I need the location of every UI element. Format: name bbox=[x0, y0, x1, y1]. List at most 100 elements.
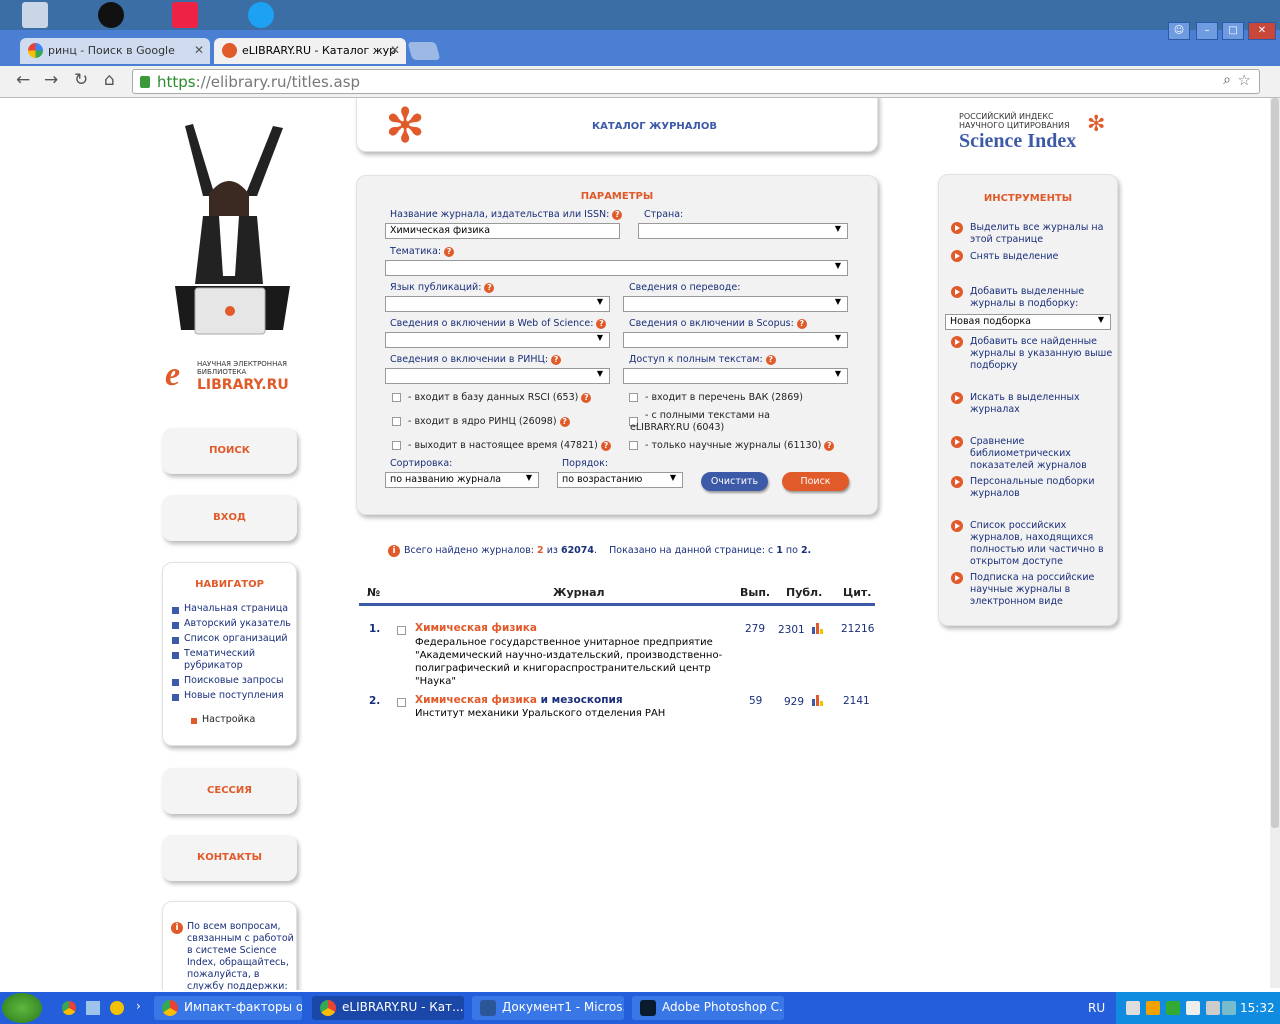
back-icon[interactable]: ← bbox=[16, 70, 30, 90]
rinc-select[interactable]: ▼ bbox=[385, 368, 610, 384]
language-indicator[interactable]: RU bbox=[1088, 1001, 1105, 1015]
add-selected-link[interactable]: Добавить выделенные журналы в подборку: bbox=[970, 286, 1084, 310]
nav-home-link[interactable]: Начальная страница bbox=[184, 603, 288, 614]
scientific-checkbox[interactable] bbox=[629, 441, 638, 450]
nav-new-link[interactable]: Новые поступления bbox=[184, 690, 284, 701]
cites-link[interactable]: 2141 bbox=[843, 695, 870, 707]
sort-select[interactable]: по названию журнала ▼ bbox=[385, 472, 539, 488]
current-checkbox[interactable] bbox=[392, 441, 401, 450]
subscribe-link[interactable]: Подписка на российские научные журналы вэ… bbox=[970, 572, 1094, 608]
contacts-button[interactable]: КОНТАКТЫ bbox=[162, 835, 297, 881]
close-icon[interactable]: ✕ bbox=[194, 43, 204, 57]
help-icon[interactable]: ? bbox=[596, 319, 607, 329]
nav-settings-link[interactable]: Настройка bbox=[202, 714, 255, 725]
site-logo[interactable]: НАУЧНАЯ ЭЛЕКТРОННАЯ БИБЛИОТЕКА e LIBRARY… bbox=[165, 356, 300, 396]
journal-title-link[interactable]: Химическая физика и мезоскопия bbox=[415, 694, 623, 706]
search-button[interactable]: ПОИСК bbox=[162, 428, 297, 474]
nav-orgs-link[interactable]: Список организаций bbox=[184, 633, 288, 644]
search-selected-link[interactable]: Искать в выделенных журналах bbox=[970, 392, 1080, 416]
login-button[interactable]: ВХОД bbox=[162, 495, 297, 541]
close-window-button[interactable]: ✕ bbox=[1248, 22, 1276, 40]
lang-select[interactable]: ▼ bbox=[385, 296, 610, 312]
journal-input[interactable]: Химическая физика bbox=[385, 223, 620, 239]
minimize-button[interactable]: – bbox=[1196, 22, 1218, 40]
open-access-link[interactable]: Список российских журналов, находящихся по… bbox=[970, 520, 1104, 568]
tray-mail-icon[interactable] bbox=[1186, 1001, 1200, 1015]
taskbar-item[interactable]: Документ1 - Micros... bbox=[472, 996, 624, 1020]
scroll-thumb[interactable] bbox=[1271, 98, 1279, 828]
jpg-icon[interactable] bbox=[172, 2, 198, 28]
core-checkbox[interactable] bbox=[392, 417, 401, 426]
stats-chart-icon[interactable] bbox=[812, 695, 824, 706]
clock[interactable]: 15:32 bbox=[1240, 1001, 1275, 1015]
page-scrollbar[interactable] bbox=[1270, 98, 1280, 988]
science-index-logo[interactable]: РОССИЙСКИЙ ИНДЕКС НАУЧНОГО ЦИТИРОВАНИЯ S… bbox=[959, 112, 1119, 156]
tab-elibrary[interactable]: eLIBRARY.RU - Каталог жур ✕ bbox=[214, 38, 406, 64]
tray-network-icon[interactable] bbox=[1146, 1001, 1160, 1015]
cites-link[interactable]: 21216 bbox=[841, 623, 874, 635]
fulltext-select[interactable]: ▼ bbox=[623, 368, 848, 384]
help-icon[interactable]: ? bbox=[581, 393, 592, 403]
help-icon[interactable]: ? bbox=[444, 247, 455, 257]
desktop-quicklaunch-icon[interactable] bbox=[86, 1001, 100, 1015]
url-bar[interactable]: https://elibrary.ru/titles.asp ⌕ ☆ bbox=[132, 69, 1260, 94]
pubs-link[interactable]: 2301 bbox=[778, 624, 805, 636]
tray-security-icon[interactable] bbox=[1166, 1001, 1180, 1015]
help-icon[interactable]: ? bbox=[551, 355, 562, 365]
stats-chart-icon[interactable] bbox=[812, 623, 824, 634]
issues-link[interactable]: 59 bbox=[749, 695, 762, 707]
personal-link[interactable]: Персональные подборки журналов bbox=[970, 476, 1095, 500]
home-icon[interactable]: ⌂ bbox=[104, 70, 115, 90]
user-icon[interactable]: ☺ bbox=[1168, 22, 1190, 40]
topic-select[interactable]: ▼ bbox=[385, 260, 848, 276]
session-button[interactable]: СЕССИЯ bbox=[162, 768, 297, 814]
chevron-right-icon[interactable]: › bbox=[136, 999, 141, 1013]
help-icon[interactable]: ? bbox=[484, 283, 495, 293]
wos-select[interactable]: ▼ bbox=[385, 332, 610, 348]
journal-title-link[interactable]: Химическая физика bbox=[415, 622, 537, 634]
pubs-link[interactable]: 929 bbox=[784, 696, 804, 708]
skype-icon[interactable] bbox=[248, 2, 274, 28]
taskbar-item-active[interactable]: eLIBRARY.RU - Кат... bbox=[312, 996, 464, 1020]
search-submit-button[interactable]: Поиск bbox=[782, 472, 849, 491]
nav-queries-link[interactable]: Поисковые запросы bbox=[184, 675, 284, 686]
collection-select[interactable]: Новая подборка ▼ bbox=[945, 314, 1111, 330]
help-icon[interactable]: ? bbox=[824, 441, 835, 451]
scopus-select[interactable]: ▼ bbox=[623, 332, 848, 348]
select-all-link[interactable]: Выделить все журналы на этой странице bbox=[970, 222, 1103, 246]
taskbar-item[interactable]: Импакт-факторы о... bbox=[154, 996, 302, 1020]
tray-monitor-icon[interactable] bbox=[1222, 1001, 1236, 1015]
forward-icon[interactable]: → bbox=[44, 70, 58, 90]
help-icon[interactable]: ? bbox=[600, 441, 611, 451]
help-icon[interactable]: ? bbox=[796, 319, 807, 329]
row-checkbox[interactable] bbox=[397, 626, 406, 635]
star-icon[interactable]: ☆ bbox=[1238, 71, 1251, 89]
ie-quicklaunch-icon[interactable] bbox=[110, 1001, 124, 1015]
tray-printer-icon[interactable] bbox=[1126, 1001, 1140, 1015]
maximize-button[interactable]: □ bbox=[1222, 22, 1244, 40]
deselect-link[interactable]: Снять выделение bbox=[970, 251, 1058, 263]
tab-google[interactable]: ринц - Поиск в Google ✕ bbox=[20, 38, 210, 64]
taskbar-item[interactable]: Adobe Photoshop C... bbox=[632, 996, 784, 1020]
help-icon[interactable]: ? bbox=[559, 417, 570, 427]
new-tab-button[interactable] bbox=[407, 42, 441, 60]
nav-rubric-link-2[interactable]: рубрикатор bbox=[184, 660, 243, 671]
help-icon[interactable]: ? bbox=[765, 355, 776, 365]
vak-checkbox[interactable] bbox=[629, 393, 638, 402]
hp-icon[interactable] bbox=[98, 2, 124, 28]
nav-authors-link[interactable]: Авторский указатель bbox=[184, 618, 291, 629]
nav-rubric-link[interactable]: Тематический bbox=[184, 648, 255, 659]
rsci-checkbox[interactable] bbox=[392, 393, 401, 402]
help-icon[interactable]: ? bbox=[612, 210, 623, 220]
close-icon[interactable]: ✕ bbox=[390, 43, 400, 57]
issues-link[interactable]: 279 bbox=[745, 623, 765, 635]
chrome-quicklaunch-icon[interactable] bbox=[62, 1001, 76, 1015]
translation-select[interactable]: ▼ bbox=[623, 296, 848, 312]
country-select[interactable]: ▼ bbox=[638, 223, 848, 239]
zoom-icon[interactable]: ⌕ bbox=[1223, 72, 1231, 88]
desktop-icon[interactable] bbox=[22, 2, 48, 28]
reload-icon[interactable]: ↻ bbox=[74, 70, 88, 90]
row-checkbox[interactable] bbox=[397, 698, 406, 707]
clear-button[interactable]: Очистить bbox=[701, 472, 768, 491]
compare-link[interactable]: Сравнение библиометрических показателей жу… bbox=[970, 436, 1087, 472]
